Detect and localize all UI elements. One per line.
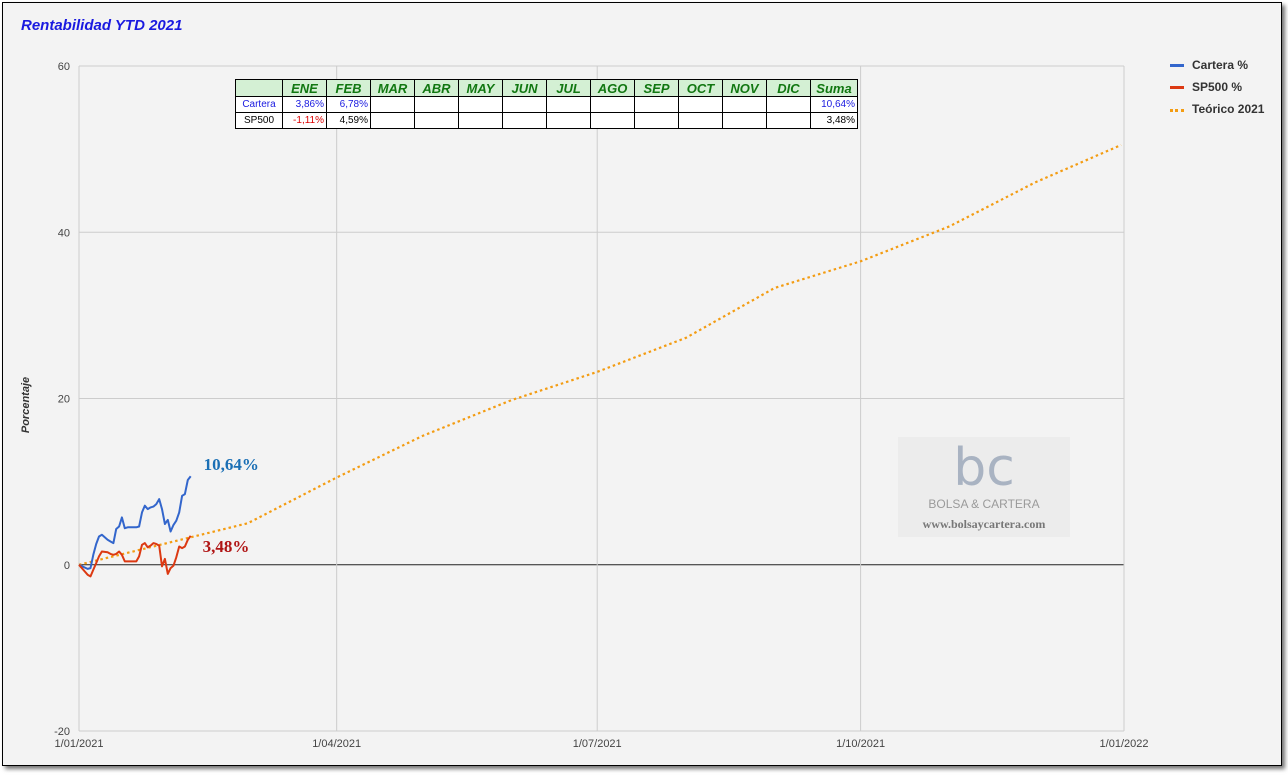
table-cell [766, 96, 811, 113]
table-cell [502, 96, 547, 113]
y-axis-label: Porcentaje [20, 377, 32, 433]
table-cell [414, 112, 459, 129]
table-row: SP500 -1,11% 4,59% 3,48% [235, 112, 858, 129]
y-tick-label: 20 [58, 394, 70, 406]
legend-label-teorico: Teórico 2021 [1192, 102, 1265, 116]
table-cell [414, 96, 459, 113]
x-tick-label: 1/01/2021 [55, 738, 104, 750]
legend-swatch-teorico [1170, 109, 1184, 112]
table-header-suma: Suma [810, 79, 858, 97]
table-header-corner [235, 79, 283, 97]
cartera-line [78, 475, 192, 570]
table-header-nov: NOV [722, 79, 767, 97]
table-cell [678, 96, 723, 113]
watermark-name: BOLSA & CARTERA [928, 497, 1040, 511]
x-tick-label: 1/01/2022 [1100, 738, 1149, 750]
watermark: bc BOLSA & CARTERA www.bolsaycartera.com [898, 437, 1070, 537]
table-header-jun: JUN [502, 79, 547, 97]
legend-label-sp500: SP500 % [1192, 80, 1243, 94]
table-header-dic: DIC [766, 79, 811, 97]
table-row: Cartera 3,86% 6,78% 10,64% [235, 96, 858, 113]
table-header-ago: AGO [590, 79, 635, 97]
table-sum-cell: 10,64% [810, 96, 858, 113]
table-cell [722, 96, 767, 113]
table-header-row: ENE FEB MAR ABR MAY JUN JUL AGO SEP OCT … [235, 79, 858, 97]
legend-swatch-sp500 [1170, 86, 1184, 89]
y-tick-label: 60 [58, 61, 70, 73]
table-cell [766, 112, 811, 129]
table-header-abr: ABR [414, 79, 459, 97]
svg-text:bc: bc [953, 439, 1015, 497]
x-tick-label: 1/04/2021 [312, 738, 361, 750]
table-sum-cell: 3,48% [810, 112, 858, 129]
table-cell [458, 96, 503, 113]
y-tick-label: 0 [64, 560, 70, 572]
table-header-mar: MAR [370, 79, 415, 97]
table-cell: 4,59% [326, 112, 371, 129]
table-header-jul: JUL [546, 79, 591, 97]
table-cell [370, 112, 415, 129]
x-tick-label: 1/10/2021 [836, 738, 885, 750]
table-cell [458, 112, 503, 129]
table-cell [722, 112, 767, 129]
table-cell: 3,86% [282, 96, 327, 113]
table-cell [590, 96, 635, 113]
cartera-end-label: 10,64% [203, 455, 259, 475]
sp500-end-label: 3,48% [202, 536, 250, 556]
table-cell [546, 96, 591, 113]
table-header-may: MAY [458, 79, 503, 97]
table-cell [634, 112, 679, 129]
legend-swatch-cartera [1170, 64, 1184, 67]
table-cell [634, 96, 679, 113]
table-header-sep: SEP [634, 79, 679, 97]
table-cell [502, 112, 547, 129]
x-tick-label: 1/07/2021 [573, 738, 622, 750]
table-header-oct: OCT [678, 79, 723, 97]
table-cell: 6,78% [326, 96, 371, 113]
table-cell: -1,11% [282, 112, 327, 129]
y-tick-label: 40 [58, 227, 70, 239]
table-row-label: Cartera [235, 96, 283, 113]
axis-ticks: -20 0 20 40 60 1/01/2021 1/04/2021 1/07/2021 1/1… [54, 61, 1148, 750]
sp500-line [78, 535, 192, 578]
monthly-returns-table: ENE FEB MAR ABR MAY JUN JUL AGO SEP OCT … [235, 79, 858, 129]
table-header-feb: FEB [326, 79, 371, 97]
table-cell [678, 112, 723, 129]
watermark-url: www.bolsaycartera.com [922, 517, 1046, 531]
table-header-ene: ENE [282, 79, 327, 97]
table-cell [370, 96, 415, 113]
y-tick-label: -20 [54, 726, 70, 738]
table-row-label: SP500 [235, 112, 283, 129]
legend-label-cartera: Cartera % [1192, 58, 1249, 72]
table-cell [590, 112, 635, 129]
table-cell [546, 112, 591, 129]
grid-lines [78, 65, 1125, 732]
bc-logo-icon: bc [953, 439, 1015, 497]
